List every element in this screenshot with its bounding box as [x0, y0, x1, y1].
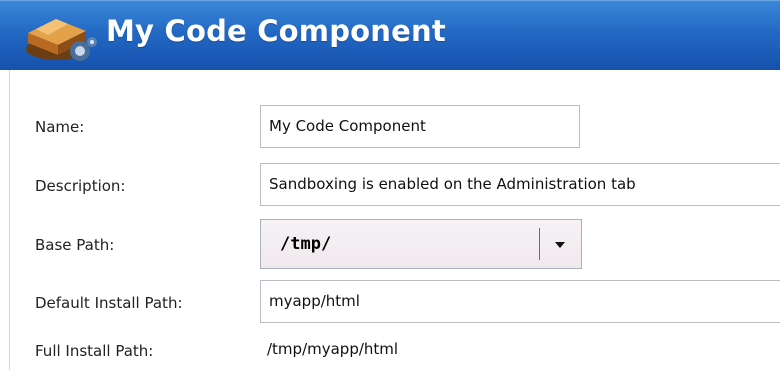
panel-border — [9, 70, 10, 370]
default-install-path-field[interactable]: myapp/html — [260, 280, 780, 323]
code-component-icon — [26, 19, 97, 61]
description-label: Description: — [35, 177, 126, 195]
component-header: My Code Component — [0, 0, 780, 70]
page-title: My Code Component — [106, 14, 446, 48]
base-path-select[interactable]: /tmp/ — [260, 219, 582, 269]
description-field[interactable]: Sandboxing is enabled on the Administrat… — [260, 163, 780, 206]
base-path-label: Base Path: — [35, 236, 115, 254]
chevron-down-icon[interactable] — [549, 235, 571, 255]
full-install-path-label: Full Install Path: — [35, 342, 154, 360]
select-divider — [539, 228, 540, 260]
default-install-path-label: Default Install Path: — [35, 294, 183, 312]
name-label: Name: — [35, 118, 85, 136]
name-field[interactable]: My Code Component — [260, 105, 580, 148]
full-install-path-value: /tmp/myapp/html — [267, 340, 399, 358]
base-path-selected-value: /tmp/ — [280, 234, 332, 254]
